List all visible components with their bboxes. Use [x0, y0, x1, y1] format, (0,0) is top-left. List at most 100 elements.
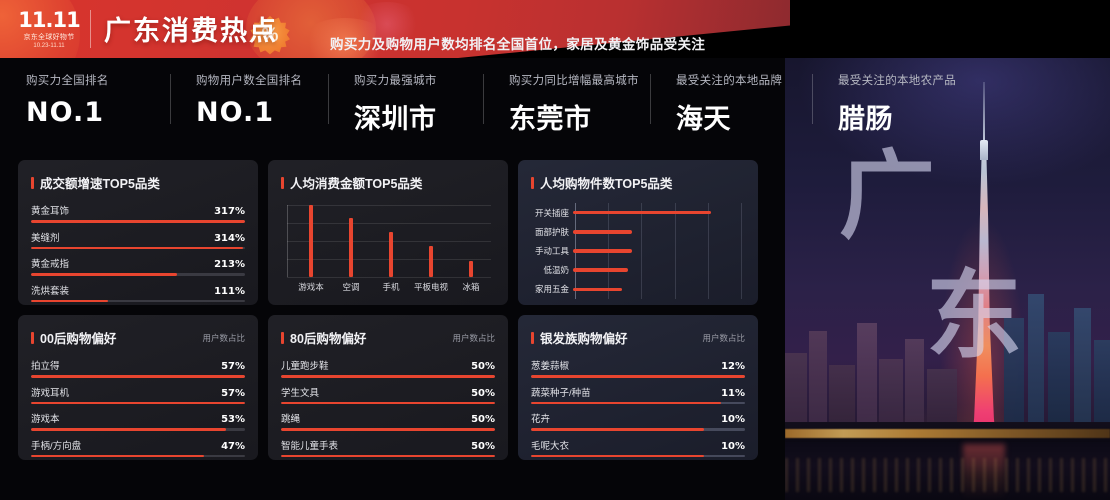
list-item-value: 12% [721, 361, 745, 372]
chart-bars [291, 205, 491, 277]
list-item: 手柄/方向盘 47% [31, 436, 245, 458]
progress-track [531, 428, 745, 431]
list-item-value: 111% [214, 286, 245, 297]
logo-main-text: 11.11 [18, 10, 79, 31]
chart-bar [573, 249, 632, 253]
progress-fill [531, 428, 704, 431]
chart-bar-track [573, 244, 741, 258]
card-avg-spend-top5[interactable]: 人均消费金额TOP5品类游戏本空调手机平板电视冰箱 [268, 160, 508, 305]
kpi-value: NO.1 [26, 97, 170, 128]
list-item: 拍立得57% [31, 356, 245, 378]
progress-track [31, 300, 245, 303]
card-title: 人均消费金额TOP5品类 [281, 173, 422, 192]
card-row-top: 成交额增速TOP5品类黄金耳饰317%美缝剂314%黄金戒指213%洗烘套装11… [18, 160, 758, 305]
list-item-value: 213% [214, 259, 245, 270]
progress-track [531, 455, 745, 458]
progress-track [281, 402, 495, 405]
chart-bar [469, 261, 473, 277]
progress-list: 葱姜蒜椒12%蔬菜种子/种苗11%花卉10%毛呢大衣10%园艺辅材10% [531, 356, 745, 460]
kpi-value: 海天 [676, 97, 812, 136]
list-item: 游戏本53% [31, 409, 245, 431]
list-item-label: 洗烘套装 [31, 283, 69, 297]
card-seniors-preference[interactable]: 银发族购物偏好用户数占比葱姜蒜椒12%蔬菜种子/种苗11%花卉10%毛呢大衣10… [518, 315, 758, 460]
list-item-row: 游戏耳机 57% [31, 385, 245, 399]
card-note: 用户数占比 [702, 332, 745, 344]
progress-track [31, 247, 245, 250]
list-item-label: 手柄/方向盘 [31, 438, 81, 452]
list-item-label: 跳绳 [281, 411, 300, 425]
list-item-label: 智能儿童手表 [281, 438, 338, 452]
list-item-label: 儿童跑步鞋 [281, 358, 329, 372]
list-item-row: 毛呢大衣10% [531, 438, 745, 452]
chart-bar [573, 268, 628, 272]
kpi-row: 购买力全国排名 NO.1 购物用户数全国排名 NO.1 购买力最强城市 深圳市 … [0, 58, 1110, 146]
list-item-row: 儿童跑步鞋 50% [281, 358, 495, 372]
list-item-value: 57% [221, 388, 245, 399]
progress-track [531, 375, 745, 378]
progress-fill [31, 273, 177, 276]
list-item: 美缝剂314% [31, 228, 245, 250]
list-item-label: 黄金戒指 [31, 256, 69, 270]
chart-bar-track [573, 282, 741, 296]
progress-fill [281, 428, 495, 431]
card-title-text: 人均消费金额TOP5品类 [290, 173, 422, 192]
kpi-shopper-count-rank: 购物用户数全国排名 NO.1 [170, 58, 328, 146]
list-item-value: 50% [471, 441, 495, 452]
list-item: 黄金戒指 213% [31, 254, 245, 276]
card-gmv-growth-top5[interactable]: 成交额增速TOP5品类黄金耳饰317%美缝剂314%黄金戒指213%洗烘套装11… [18, 160, 258, 305]
chart-x-tick: 手机 [371, 281, 411, 293]
list-item: 洗烘套装 111% [31, 281, 245, 303]
chart-y-tick: 手动工具 [531, 245, 573, 257]
list-item: 跳绳 50% [281, 409, 495, 431]
list-item-value: 317% [214, 206, 245, 217]
kpi-value: NO.1 [196, 97, 328, 128]
list-item-value: 50% [471, 414, 495, 425]
list-item-value: 47% [221, 441, 245, 452]
progress-fill [531, 455, 704, 458]
list-item-value: 10% [721, 414, 745, 425]
chart-x-tick: 冰箱 [451, 281, 491, 293]
list-item: 智能儿童手表 50% [281, 436, 495, 458]
card-gen80s-preference[interactable]: 80后购物偏好用户数占比儿童跑步鞋50%学生文具50%跳绳50%智能儿童手表50… [268, 315, 508, 460]
card-avg-items-top5[interactable]: 人均购物件数TOP5品类开关插座面部护肤手动工具低温奶家用五金 [518, 160, 758, 305]
progress-fill [281, 402, 495, 405]
accent-tick-icon [31, 177, 34, 189]
list-item-label: 花卉 [531, 411, 550, 425]
kpi-strongest-city: 购买力最强城市 深圳市 [328, 58, 483, 146]
chart-y-axis [287, 205, 288, 277]
progress-fill [31, 428, 226, 431]
chart-x-tick: 空调 [331, 281, 371, 293]
chart-bar [573, 211, 711, 215]
list-item-label: 美缝剂 [31, 230, 60, 244]
list-item-label: 蔬菜种子/种苗 [531, 385, 591, 399]
accent-tick-icon [531, 332, 534, 344]
card-row-bottom: 00后购物偏好用户数占比拍立得57%游戏耳机57%游戏本53%手柄/方向盘47%… [18, 315, 758, 460]
card-gen00s-preference[interactable]: 00后购物偏好用户数占比拍立得57%游戏耳机57%游戏本53%手柄/方向盘47%… [18, 315, 258, 460]
progress-track [31, 428, 245, 431]
progress-fill [531, 375, 745, 378]
water-shimmer [785, 458, 1110, 492]
accent-tick-icon [281, 177, 284, 189]
list-item-value: 57% [221, 361, 245, 372]
list-item-value: 50% [471, 388, 495, 399]
progress-fill [31, 247, 243, 250]
card-title: 80后购物偏好 [281, 328, 366, 347]
list-item-value: 11% [721, 388, 745, 399]
horizontal-bar-chart: 开关插座面部护肤手动工具低温奶家用五金 [531, 201, 745, 301]
progress-track [31, 273, 245, 276]
card-header: 银发族购物偏好 用户数占比 [531, 328, 745, 347]
progress-list: 儿童跑步鞋50%学生文具50%跳绳50%智能儿童手表50%儿童保暖内衣48% [281, 356, 495, 460]
list-item-row: 跳绳 50% [281, 411, 495, 425]
kpi-label: 最受关注的本地农产品 [838, 72, 982, 88]
list-item-row: 黄金耳饰317% [31, 203, 245, 217]
card-title: 银发族购物偏好 [531, 328, 628, 347]
list-item-row: 蔬菜种子/种苗 11% [531, 385, 745, 399]
progress-list: 拍立得57%游戏耳机57%游戏本53%手柄/方向盘47%键盘44% [31, 356, 245, 460]
list-item: 学生文具50% [281, 383, 495, 405]
progress-list: 黄金耳饰317%美缝剂314%黄金戒指213%洗烘套装111%黄金手镯108% [31, 201, 245, 305]
list-item-value: 50% [471, 361, 495, 372]
chart-bar-row: 低温奶 [531, 263, 741, 277]
chart-y-tick: 低温奶 [531, 264, 573, 276]
chart-bar-row: 开关插座 [531, 206, 741, 220]
list-item-label: 游戏耳机 [31, 385, 69, 399]
